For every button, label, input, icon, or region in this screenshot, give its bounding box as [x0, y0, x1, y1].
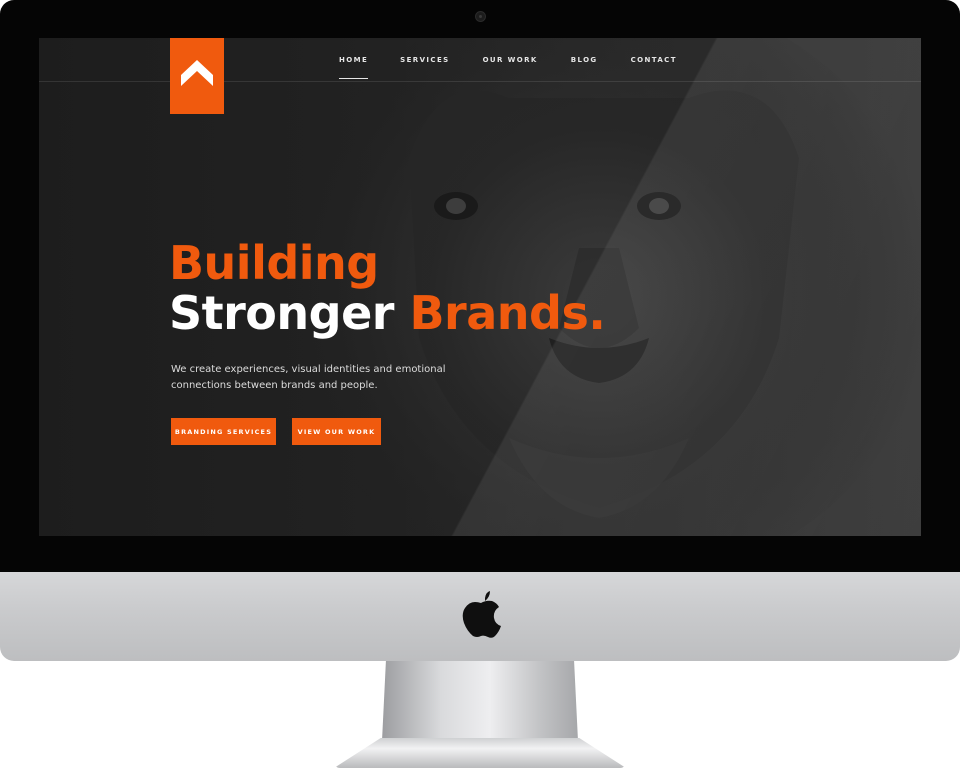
nav-item-blog[interactable]: BLOG	[571, 56, 598, 64]
camera-icon	[475, 11, 486, 22]
monitor-foot	[334, 738, 626, 768]
imac-mockup: HOME SERVICES OUR WORK BLOG CONTACT Buil…	[0, 0, 960, 771]
hero-subtitle: We create experiences, visual identities…	[171, 364, 446, 391]
headline-line1: Building	[169, 236, 379, 290]
apple-logo-icon	[462, 591, 501, 638]
nav-item-home[interactable]: HOME	[339, 56, 369, 79]
nav-item-services[interactable]: SERVICES	[400, 56, 449, 64]
view-our-work-button[interactable]: VIEW OUR WORK	[292, 418, 381, 445]
nav-item-our-work[interactable]: OUR WORK	[483, 56, 538, 64]
monitor-stand	[382, 661, 578, 741]
hero-headline: Building Stronger Brands.	[169, 236, 606, 340]
website-screen: HOME SERVICES OUR WORK BLOG CONTACT Buil…	[39, 38, 921, 536]
main-nav: HOME SERVICES OUR WORK BLOG CONTACT	[339, 56, 677, 79]
monitor-chin	[0, 572, 960, 661]
headline-brands: Brands.	[409, 286, 606, 340]
logo[interactable]	[170, 38, 224, 114]
headline-stronger: Stronger	[169, 286, 394, 340]
chevron-up-icon	[181, 60, 213, 86]
branding-services-button[interactable]: BRANDING SERVICES	[171, 418, 276, 445]
nav-item-contact[interactable]: CONTACT	[631, 56, 677, 64]
